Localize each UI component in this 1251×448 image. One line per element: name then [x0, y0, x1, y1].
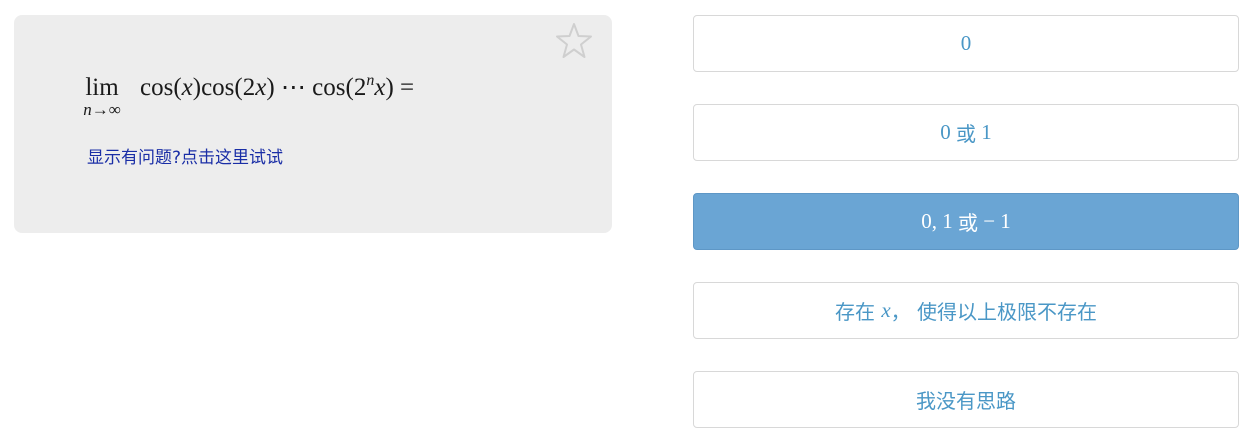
lim-subscript-arrow: →∞ — [91, 100, 121, 119]
expr-var3: x — [374, 74, 386, 101]
expr-part1: cos( — [140, 74, 182, 101]
lim-subscript: n→∞ — [74, 101, 130, 119]
limit-expression: cos(x)cos(2x) ⋯ cos(2nx) = — [140, 73, 414, 103]
expr-var1: x — [181, 74, 193, 101]
option-3-var: x — [881, 298, 891, 322]
star-outline-icon[interactable] — [554, 21, 594, 61]
option-1-prefix: 0 — [940, 120, 956, 144]
option-2-suffix: − 1 — [977, 209, 1011, 233]
display-help-link[interactable]: 显示有问题?点击这里试试 — [87, 143, 283, 168]
answer-option-0[interactable]: 0 — [693, 15, 1239, 72]
answer-option-no-idea[interactable]: 我没有思路 — [693, 371, 1239, 428]
lim-subscript-var: n — [83, 100, 92, 119]
answer-option-0-label: 0 — [960, 31, 972, 55]
option-2-or: 或 — [957, 211, 978, 235]
expr-part4: ) = — [385, 74, 415, 101]
expr-part3: ) ⋯ cos(2 — [266, 74, 367, 101]
answer-option-0-or-1[interactable]: 0 或 1 — [693, 104, 1239, 161]
option-3-prefix: 存在 — [834, 300, 882, 324]
question-card: lim n→∞ cos(x)cos(2x) ⋯ cos(2nx) = 显示有问题… — [14, 15, 612, 233]
expr-var2: x — [255, 74, 267, 101]
option-2-prefix: 0, 1 — [921, 209, 958, 233]
option-1-suffix: 1 — [976, 120, 992, 144]
option-1-or: 或 — [956, 122, 976, 146]
answer-option-limit-not-exist[interactable]: 存在 x， 使得以上极限不存在 — [693, 282, 1239, 339]
option-3-suffix: ， 使得以上极限不存在 — [890, 300, 1098, 324]
lim-word: lim — [85, 74, 119, 101]
answer-option-0-1-or-minus-1[interactable]: 0, 1 或 − 1 — [693, 193, 1239, 250]
expr-part2: )cos(2 — [192, 74, 256, 101]
option-4-label: 我没有思路 — [916, 389, 1016, 413]
limit-operator: lim n→∞ — [74, 73, 130, 119]
